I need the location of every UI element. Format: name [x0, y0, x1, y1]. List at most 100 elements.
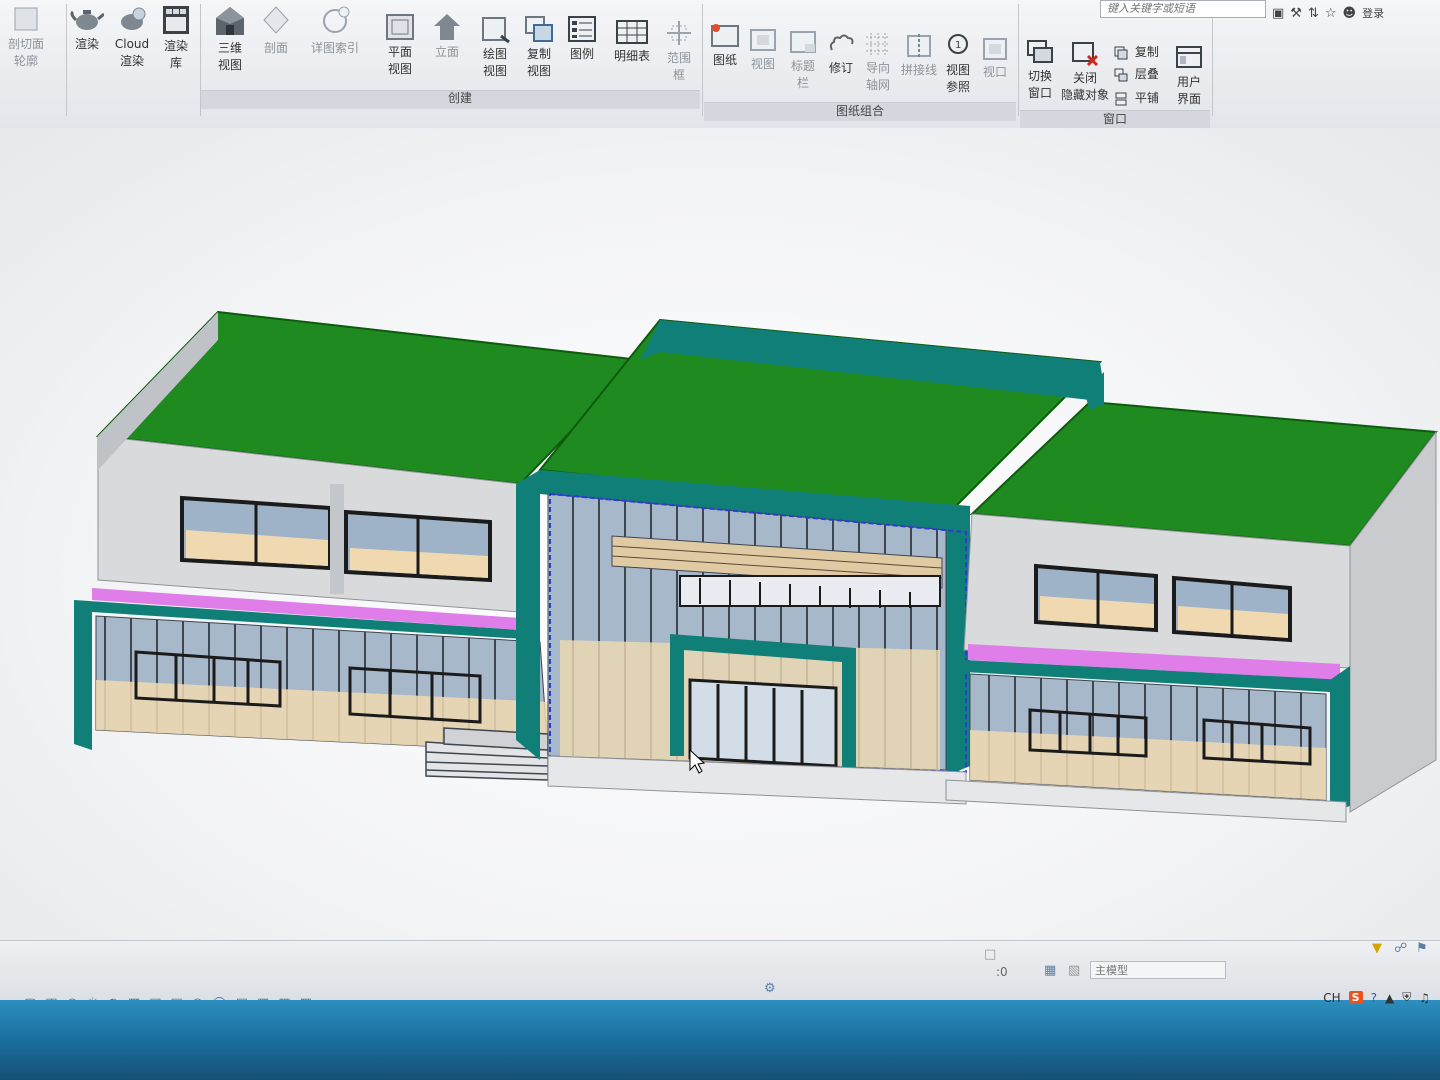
select-pinned-icon[interactable]: ⚑: [1416, 941, 1428, 956]
plan-view-button[interactable]: 平面 视图: [380, 12, 420, 78]
gallery-icon: [163, 6, 189, 34]
render-button[interactable]: 渲染: [68, 4, 106, 53]
matchline-button[interactable]: 拼接线: [898, 32, 940, 79]
wrench-icon[interactable]: ⚒: [1290, 6, 1302, 21]
panel-separator: [1018, 4, 1019, 116]
panel-separator: [200, 4, 201, 116]
svg-text:1: 1: [955, 40, 961, 51]
exchange-icon[interactable]: ⇅: [1308, 6, 1319, 21]
section-button[interactable]: 剖面: [256, 4, 296, 57]
schedule-label: 明细表: [613, 49, 650, 63]
volume-icon[interactable]: ♫: [1419, 991, 1430, 1005]
teapot-icon: [70, 10, 104, 30]
building-model[interactable]: [0, 128, 1440, 940]
viewport-button[interactable]: 视口: [978, 36, 1012, 81]
panel-sheets-title: 图纸组合: [835, 104, 884, 118]
elevation-button[interactable]: 立面: [428, 12, 466, 61]
revision-button[interactable]: 修订: [822, 30, 860, 77]
main-model-selector[interactable]: 主模型: [1090, 961, 1226, 979]
section-box-icon: [14, 7, 38, 31]
scroll-handle-icon[interactable]: □: [984, 947, 996, 962]
legend-icon: [568, 16, 596, 42]
view-label: 视图: [750, 57, 775, 71]
right-upper-window-2[interactable]: [1172, 575, 1292, 643]
view-reference-label: 视图 参照: [945, 63, 970, 94]
drafting-view-button[interactable]: 绘图 视图: [474, 14, 516, 80]
title-block-button[interactable]: 标题 栏: [784, 28, 822, 92]
tile-button[interactable]: 平铺: [1114, 88, 1159, 108]
input-method-label[interactable]: CH: [1323, 991, 1340, 1005]
sheet-button[interactable]: 图纸: [706, 22, 744, 69]
duplicate-icon: [525, 16, 553, 42]
sogou-ime-icon[interactable]: S: [1348, 991, 1363, 1004]
3d-view-button[interactable]: 三维 视图: [208, 4, 252, 74]
schedule-button[interactable]: 明细表: [608, 18, 656, 65]
select-links-icon[interactable]: ☍: [1394, 941, 1407, 956]
design-options-icon[interactable]: ▦: [1044, 963, 1056, 978]
filter-icon[interactable]: ▼: [1372, 941, 1382, 956]
cascade-label: 层叠: [1134, 67, 1159, 81]
tile-label: 平铺: [1134, 91, 1159, 105]
switch-windows-button[interactable]: 切换 窗口: [1022, 38, 1058, 102]
system-tray: CH S ? ▲ ⛨ ♫: [1323, 990, 1430, 1005]
user-icon[interactable]: ☻: [1343, 6, 1357, 21]
cloud-render-label: Cloud 渲染: [114, 37, 150, 68]
close-hidden-button[interactable]: 关闭 隐藏对象: [1060, 40, 1110, 104]
view-reference-icon: 1: [948, 34, 968, 54]
user-interface-label: 用户 界面: [1176, 75, 1201, 106]
callout-button[interactable]: 详图索引: [304, 4, 366, 57]
right-upper-window[interactable]: [1034, 563, 1158, 633]
star-icon[interactable]: ☆: [1325, 6, 1337, 21]
scope-box-button[interactable]: 范围 框: [660, 18, 698, 84]
elevation-label: 立面: [434, 45, 459, 59]
section-box-label: 剖切面 轮廓: [7, 37, 44, 68]
search-input[interactable]: [1100, 0, 1266, 18]
section-box-button[interactable]: 剖切面 轮廓: [2, 4, 50, 70]
user-interface-button[interactable]: 用户 界面: [1168, 44, 1210, 108]
workset-icon[interactable]: ⚙: [764, 981, 776, 996]
cloud-render-button[interactable]: Cloud 渲染: [110, 4, 154, 70]
scope-box-label: 范围 框: [666, 51, 691, 82]
left-upper-window[interactable]: [180, 495, 332, 571]
guide-grid-label: 导向 轴网: [865, 61, 890, 92]
schedule-icon: [616, 20, 648, 44]
duplicate-view-button[interactable]: 复制 视图: [518, 14, 560, 80]
view-reference-button[interactable]: 1 视图 参照: [940, 32, 976, 96]
model-icon: ▧: [1068, 963, 1081, 978]
network-icon[interactable]: ▲: [1385, 991, 1394, 1005]
help-icon[interactable]: ?: [1371, 991, 1377, 1005]
scope-box-icon: [667, 21, 691, 45]
switch-windows-icon: [1027, 40, 1053, 63]
3d-view-canvas[interactable]: [0, 128, 1440, 940]
title-block-icon: [790, 31, 816, 53]
binoculars-icon[interactable]: ▣: [1272, 6, 1284, 21]
guide-grid-button[interactable]: 导向 轴网: [858, 30, 898, 94]
replicate-label: 复制: [1134, 45, 1159, 59]
panel-separator: [66, 4, 67, 116]
legend-label: 图例: [569, 47, 594, 61]
callout-label: 详图索引: [310, 41, 359, 55]
matchline-label: 拼接线: [900, 63, 937, 77]
section-icon: [263, 6, 289, 34]
status-bar: ⚙ □ :0 ▦ ▧ 主模型 ▼ ☍ ⚑: [0, 940, 1440, 1001]
drafting-view-label: 绘图 视图: [482, 47, 507, 78]
main-model-label: 主模型: [1095, 964, 1128, 977]
replicate-button[interactable]: 复制: [1114, 42, 1159, 62]
left-upper-window-2[interactable]: [344, 509, 492, 583]
close-hidden-icon: [1072, 42, 1099, 67]
revision-icon: [829, 34, 854, 51]
plan-view-label: 平面 视图: [387, 45, 412, 76]
shield-icon[interactable]: ⛨: [1402, 990, 1411, 1005]
drafting-icon: [482, 17, 510, 44]
3d-view-label: 三维 视图: [217, 41, 242, 72]
legend-button[interactable]: 图例: [562, 14, 602, 63]
elevation-icon: [434, 14, 460, 40]
panel-separator: [1212, 4, 1213, 116]
view-button[interactable]: 视图: [744, 26, 782, 73]
switch-windows-label: 切换 窗口: [1027, 69, 1052, 100]
os-taskbar: [0, 1000, 1440, 1080]
callout-icon: [323, 6, 350, 33]
login-link[interactable]: 登录: [1362, 5, 1384, 21]
render-gallery-button[interactable]: 渲染 库: [156, 4, 196, 72]
cascade-button[interactable]: 层叠: [1114, 64, 1159, 84]
